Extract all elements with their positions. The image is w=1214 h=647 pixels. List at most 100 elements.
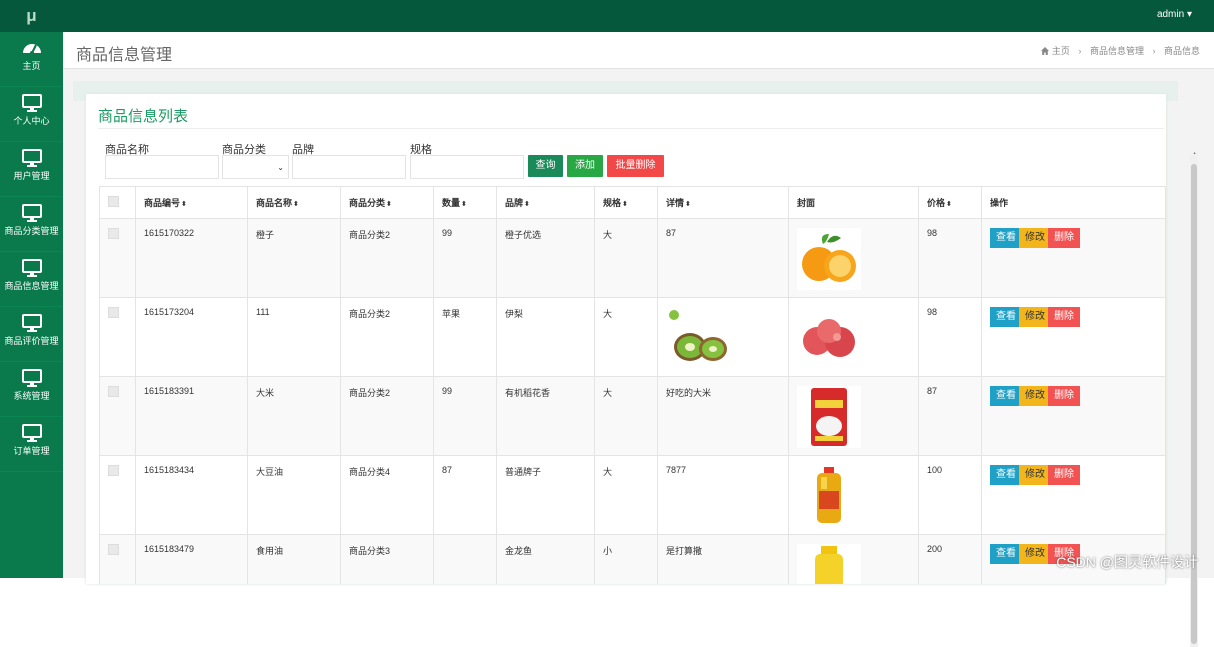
cell-id: 1615173204 xyxy=(135,297,248,377)
view-button[interactable]: 查看 xyxy=(990,228,1022,248)
column-header[interactable]: 价格⬍ xyxy=(918,186,982,219)
cell-detail-text: 是打算撒 xyxy=(666,546,703,556)
column-header[interactable]: 商品分类⬍ xyxy=(340,186,434,219)
delete-button[interactable]: 删除 xyxy=(1048,307,1080,327)
sidebar: 主页个人中心用户管理商品分类管理商品信息管理 商品评价管理 系统管理订单管理 xyxy=(0,32,63,578)
user-menu[interactable]: admin ▾ xyxy=(1157,0,1192,30)
cell-id: 1615183434 xyxy=(135,455,248,535)
dashboard-icon xyxy=(22,44,41,55)
sort-icon[interactable]: ⬍ xyxy=(524,201,530,208)
scrollbar-thumb[interactable] xyxy=(1191,164,1197,644)
view-button[interactable]: 查看 xyxy=(990,465,1022,485)
row-checkbox[interactable] xyxy=(108,544,119,555)
sort-icon[interactable]: ⬍ xyxy=(622,201,628,208)
row-checkbox[interactable] xyxy=(108,228,119,239)
column-header-label: 商品分类 xyxy=(349,198,386,208)
sidebar-item-label: 商品分类管理 xyxy=(4,226,59,236)
delete-button[interactable]: 删除 xyxy=(1048,386,1080,406)
monitor-icon xyxy=(21,369,42,387)
view-button[interactable]: 查看 xyxy=(990,386,1022,406)
row-checkbox[interactable] xyxy=(108,386,119,397)
view-button[interactable]: 查看 xyxy=(990,544,1022,564)
row-select[interactable] xyxy=(99,297,136,377)
select-all-header[interactable] xyxy=(99,186,136,219)
row-checkbox[interactable] xyxy=(108,465,119,476)
cell-category: 商品分类2 xyxy=(340,376,434,456)
delete-button[interactable]: 删除 xyxy=(1048,228,1080,248)
chevron-down-icon: ▾ xyxy=(1186,9,1192,20)
column-header-label: 商品编号 xyxy=(144,198,181,208)
cell-id-text: 1615173204 xyxy=(144,307,195,317)
column-header[interactable]: 规格⬍ xyxy=(594,186,658,219)
cell-qty-text: 87 xyxy=(442,465,453,475)
table-header-row: 商品编号⬍ 商品名称⬍ 商品分类⬍ 数量⬍ 品牌⬍ 规格⬍ 详情⬍ 封面 价格⬍ 操作 xyxy=(99,186,1166,219)
cell-id: 1615183391 xyxy=(135,376,248,456)
delete-button[interactable]: 删除 xyxy=(1048,465,1080,485)
sort-icon[interactable]: ⬍ xyxy=(461,201,467,208)
cell-spec-text: 大 xyxy=(603,309,613,319)
column-header-label: 价格 xyxy=(927,198,946,208)
row-select[interactable] xyxy=(99,218,136,298)
sidebar-item-2[interactable]: 用户管理 xyxy=(0,148,63,197)
query-button[interactable]: 查询 xyxy=(528,155,563,177)
view-button[interactable]: 查看 xyxy=(990,307,1022,327)
edit-button[interactable]: 修改 xyxy=(1019,465,1051,485)
cell-detail-text: 87 xyxy=(666,228,677,238)
sort-icon[interactable]: ⬍ xyxy=(946,201,952,208)
sort-icon[interactable]: ⬍ xyxy=(386,201,392,208)
select-all-checkbox[interactable] xyxy=(108,196,119,207)
cell-name-text: 111 xyxy=(256,307,270,317)
sidebar-item-3[interactable]: 商品分类管理 xyxy=(0,203,63,252)
sidebar-item-label: 个人中心 xyxy=(13,116,50,126)
name-filter-input[interactable] xyxy=(105,155,219,179)
edit-button[interactable]: 修改 xyxy=(1019,386,1051,406)
row-select[interactable] xyxy=(99,455,136,535)
column-header[interactable]: 商品名称⬍ xyxy=(247,186,341,219)
cell-category-text: 商品分类4 xyxy=(349,467,391,477)
column-header[interactable]: 商品编号⬍ xyxy=(135,186,248,219)
sort-icon[interactable]: ⬍ xyxy=(181,201,187,208)
sidebar-item-7[interactable]: 订单管理 xyxy=(0,423,63,472)
cell-price-text: 98 xyxy=(927,307,938,317)
cell-qty: 99 xyxy=(433,218,497,298)
breadcrumb-home[interactable]: 主页 xyxy=(1052,46,1070,56)
row-select[interactable] xyxy=(99,534,136,584)
sidebar-item-label: 主页 xyxy=(22,61,41,71)
sidebar-item-1[interactable]: 个人中心 xyxy=(0,93,63,142)
cell-spec-text: 大 xyxy=(603,230,613,240)
breadcrumb-module[interactable]: 商品信息管理 xyxy=(1090,46,1144,56)
cell-id-text: 1615183391 xyxy=(144,386,195,396)
cell-id-text: 1615183434 xyxy=(144,465,195,475)
monitor-icon xyxy=(21,149,42,167)
panel-title: 商品信息列表 xyxy=(98,108,189,125)
column-header-label: 详情 xyxy=(666,198,685,208)
brand-filter-input[interactable] xyxy=(292,155,406,179)
spec-filter-input[interactable] xyxy=(410,155,524,179)
sidebar-item-6[interactable]: 系统管理 xyxy=(0,368,63,417)
sidebar-item-4[interactable]: 商品信息管理 xyxy=(0,258,63,307)
cell-brand: 有机稻花香 xyxy=(496,376,595,456)
vertical-scrollbar[interactable] xyxy=(1190,154,1198,647)
cell-spec: 大 xyxy=(594,376,658,456)
sort-icon[interactable]: ⬍ xyxy=(685,201,691,208)
add-button[interactable]: 添加 xyxy=(567,155,603,177)
product-table: 商品编号⬍ 商品名称⬍ 商品分类⬍ 数量⬍ 品牌⬍ 规格⬍ 详情⬍ 封面 价格⬍ 操作 16151… xyxy=(99,186,1166,584)
edit-button[interactable]: 修改 xyxy=(1019,544,1051,564)
cell-category: 商品分类2 xyxy=(340,218,434,298)
cell-cover xyxy=(788,534,919,584)
edit-button[interactable]: 修改 xyxy=(1019,228,1051,248)
cell-category-text: 商品分类2 xyxy=(349,230,391,240)
column-header[interactable]: 品牌⬍ xyxy=(496,186,595,219)
column-header[interactable]: 数量⬍ xyxy=(433,186,497,219)
edit-button[interactable]: 修改 xyxy=(1019,307,1051,327)
cell-actions: 查看 修改 删除 xyxy=(981,376,1166,456)
category-filter-select[interactable]: ⌄ xyxy=(222,155,289,179)
row-select[interactable] xyxy=(99,376,136,456)
cell-name-text: 食用油 xyxy=(256,546,284,556)
column-header[interactable]: 详情⬍ xyxy=(657,186,789,219)
row-checkbox[interactable] xyxy=(108,307,119,318)
sidebar-item-5[interactable]: 商品评价管理 xyxy=(0,313,63,362)
sidebar-item-0[interactable]: 主页 xyxy=(0,38,63,87)
sort-icon[interactable]: ⬍ xyxy=(293,201,299,208)
batch-delete-button[interactable]: 批量删除 xyxy=(607,155,664,177)
